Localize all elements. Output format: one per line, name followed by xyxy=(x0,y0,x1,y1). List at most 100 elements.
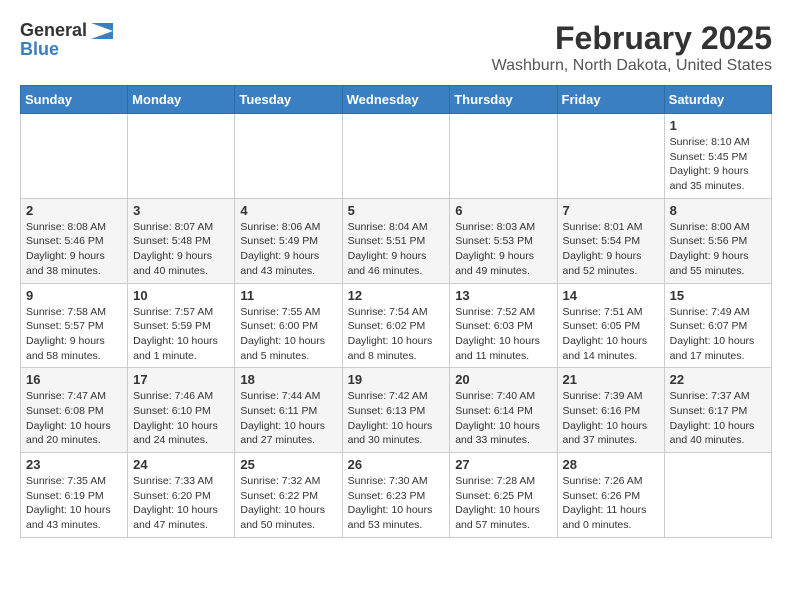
calendar-day-cell: 28Sunrise: 7:26 AMSunset: 6:26 PMDayligh… xyxy=(557,453,664,538)
calendar-day-cell: 25 Sunrise: 7:32 AMSunset: 6:22 PMDayligh… xyxy=(235,453,342,538)
calendar-day-cell xyxy=(21,114,128,199)
day-info: Sunrise: 8:10 AMSunset: 5:45 PMDaylight:… xyxy=(670,135,766,194)
calendar-day-cell xyxy=(235,114,342,199)
calendar-day-cell: 21Sunrise: 7:39 AMSunset: 6:16 PMDayligh… xyxy=(557,368,664,453)
day-number: 9 xyxy=(26,288,122,303)
day-number: 1 xyxy=(670,118,766,133)
day-info: Sunrise: 7:54 AMSunset: 6:02 PMDaylight:… xyxy=(348,305,445,364)
day-info: Sunrise: 7:42 AMSunset: 6:13 PMDaylight:… xyxy=(348,389,445,448)
calendar-day-cell: 10 Sunrise: 7:57 AMSunset: 5:59 PMDayligh… xyxy=(128,283,235,368)
weekday-header-tuesday: Tuesday xyxy=(235,86,342,114)
calendar-day-cell: 20 Sunrise: 7:40 AMSunset: 6:14 PMDayligh… xyxy=(450,368,557,453)
day-number: 24 xyxy=(133,457,229,472)
day-number: 10 xyxy=(133,288,229,303)
calendar-day-cell xyxy=(342,114,450,199)
day-number: 20 xyxy=(455,372,551,387)
day-info: Sunrise: 8:00 AMSunset: 5:56 PMDaylight:… xyxy=(670,220,766,279)
day-info: Sunrise: 8:08 AMSunset: 5:46 PMDaylight:… xyxy=(26,220,122,279)
page-header: General Blue February 2025 Washburn, Nor… xyxy=(20,20,772,75)
day-number: 15 xyxy=(670,288,766,303)
day-number: 13 xyxy=(455,288,551,303)
calendar-week-row: 16Sunrise: 7:47 AMSunset: 6:08 PMDayligh… xyxy=(21,368,772,453)
day-number: 25 xyxy=(240,457,336,472)
calendar-day-cell: 1 Sunrise: 8:10 AMSunset: 5:45 PMDaylight… xyxy=(664,114,771,199)
day-info: Sunrise: 7:44 AMSunset: 6:11 PMDaylight:… xyxy=(240,389,336,448)
calendar-subtitle: Washburn, North Dakota, United States xyxy=(492,57,772,75)
day-info: Sunrise: 7:35 AMSunset: 6:19 PMDaylight:… xyxy=(26,474,122,533)
day-info: Sunrise: 7:33 AMSunset: 6:20 PMDaylight:… xyxy=(133,474,229,533)
calendar-day-cell xyxy=(557,114,664,199)
day-info: Sunrise: 8:04 AMSunset: 5:51 PMDaylight:… xyxy=(348,220,445,279)
day-info: Sunrise: 7:28 AMSunset: 6:25 PMDaylight:… xyxy=(455,474,551,533)
weekday-header-saturday: Saturday xyxy=(664,86,771,114)
weekday-header-sunday: Sunday xyxy=(21,86,128,114)
calendar-day-cell: 2 Sunrise: 8:08 AMSunset: 5:46 PMDaylight… xyxy=(21,198,128,283)
logo-blue-text: Blue xyxy=(20,39,59,60)
calendar-day-cell: 17Sunrise: 7:46 AMSunset: 6:10 PMDayligh… xyxy=(128,368,235,453)
title-area: February 2025 Washburn, North Dakota, Un… xyxy=(492,20,772,75)
day-info: Sunrise: 7:39 AMSunset: 6:16 PMDaylight:… xyxy=(563,389,659,448)
day-info: Sunrise: 7:49 AMSunset: 6:07 PMDaylight:… xyxy=(670,305,766,364)
day-info: Sunrise: 7:26 AMSunset: 6:26 PMDaylight:… xyxy=(563,474,659,533)
calendar-day-cell: 7 Sunrise: 8:01 AMSunset: 5:54 PMDaylight… xyxy=(557,198,664,283)
day-info: Sunrise: 7:57 AMSunset: 5:59 PMDaylight:… xyxy=(133,305,229,364)
calendar-week-row: 23 Sunrise: 7:35 AMSunset: 6:19 PMDayligh… xyxy=(21,453,772,538)
calendar-day-cell: 14Sunrise: 7:51 AMSunset: 6:05 PMDayligh… xyxy=(557,283,664,368)
calendar-week-row: 1 Sunrise: 8:10 AMSunset: 5:45 PMDaylight… xyxy=(21,114,772,199)
weekday-header-thursday: Thursday xyxy=(450,86,557,114)
day-info: Sunrise: 7:52 AMSunset: 6:03 PMDaylight:… xyxy=(455,305,551,364)
day-number: 18 xyxy=(240,372,336,387)
calendar-day-cell xyxy=(664,453,771,538)
calendar-day-cell: 8 Sunrise: 8:00 AMSunset: 5:56 PMDaylight… xyxy=(664,198,771,283)
calendar-day-cell: 11 Sunrise: 7:55 AMSunset: 6:00 PMDayligh… xyxy=(235,283,342,368)
logo-flag-icon xyxy=(91,23,113,39)
day-number: 27 xyxy=(455,457,551,472)
day-number: 8 xyxy=(670,203,766,218)
calendar-day-cell: 4 Sunrise: 8:06 AMSunset: 5:49 PMDaylight… xyxy=(235,198,342,283)
calendar-header-row: SundayMondayTuesdayWednesdayThursdayFrid… xyxy=(21,86,772,114)
calendar-day-cell: 13 Sunrise: 7:52 AMSunset: 6:03 PMDayligh… xyxy=(450,283,557,368)
day-info: Sunrise: 7:46 AMSunset: 6:10 PMDaylight:… xyxy=(133,389,229,448)
day-number: 3 xyxy=(133,203,229,218)
day-info: Sunrise: 7:40 AMSunset: 6:14 PMDaylight:… xyxy=(455,389,551,448)
day-number: 11 xyxy=(240,288,336,303)
day-info: Sunrise: 7:37 AMSunset: 6:17 PMDaylight:… xyxy=(670,389,766,448)
calendar-day-cell: 18 Sunrise: 7:44 AMSunset: 6:11 PMDayligh… xyxy=(235,368,342,453)
weekday-header-monday: Monday xyxy=(128,86,235,114)
day-info: Sunrise: 7:47 AMSunset: 6:08 PMDaylight:… xyxy=(26,389,122,448)
day-number: 2 xyxy=(26,203,122,218)
day-info: Sunrise: 7:32 AMSunset: 6:22 PMDaylight:… xyxy=(240,474,336,533)
calendar-day-cell: 22 Sunrise: 7:37 AMSunset: 6:17 PMDayligh… xyxy=(664,368,771,453)
calendar-day-cell: 23 Sunrise: 7:35 AMSunset: 6:19 PMDayligh… xyxy=(21,453,128,538)
weekday-header-friday: Friday xyxy=(557,86,664,114)
logo-general-text: General xyxy=(20,20,87,41)
calendar-day-cell: 15 Sunrise: 7:49 AMSunset: 6:07 PMDayligh… xyxy=(664,283,771,368)
day-info: Sunrise: 7:30 AMSunset: 6:23 PMDaylight:… xyxy=(348,474,445,533)
calendar-day-cell: 19 Sunrise: 7:42 AMSunset: 6:13 PMDayligh… xyxy=(342,368,450,453)
calendar-day-cell: 3Sunrise: 8:07 AMSunset: 5:48 PMDaylight… xyxy=(128,198,235,283)
day-number: 26 xyxy=(348,457,445,472)
day-info: Sunrise: 8:01 AMSunset: 5:54 PMDaylight:… xyxy=(563,220,659,279)
calendar-day-cell: 5 Sunrise: 8:04 AMSunset: 5:51 PMDaylight… xyxy=(342,198,450,283)
day-number: 4 xyxy=(240,203,336,218)
day-number: 23 xyxy=(26,457,122,472)
calendar-week-row: 2 Sunrise: 8:08 AMSunset: 5:46 PMDaylight… xyxy=(21,198,772,283)
day-info: Sunrise: 8:06 AMSunset: 5:49 PMDaylight:… xyxy=(240,220,336,279)
logo: General Blue xyxy=(20,20,113,60)
day-info: Sunrise: 7:55 AMSunset: 6:00 PMDaylight:… xyxy=(240,305,336,364)
day-info: Sunrise: 8:03 AMSunset: 5:53 PMDaylight:… xyxy=(455,220,551,279)
day-number: 22 xyxy=(670,372,766,387)
weekday-header-wednesday: Wednesday xyxy=(342,86,450,114)
day-number: 12 xyxy=(348,288,445,303)
calendar-table: SundayMondayTuesdayWednesdayThursdayFrid… xyxy=(20,85,772,538)
day-number: 7 xyxy=(563,203,659,218)
calendar-day-cell xyxy=(450,114,557,199)
calendar-week-row: 9Sunrise: 7:58 AMSunset: 5:57 PMDaylight… xyxy=(21,283,772,368)
day-number: 5 xyxy=(348,203,445,218)
day-number: 19 xyxy=(348,372,445,387)
day-number: 6 xyxy=(455,203,551,218)
calendar-day-cell: 16Sunrise: 7:47 AMSunset: 6:08 PMDayligh… xyxy=(21,368,128,453)
calendar-day-cell: 26 Sunrise: 7:30 AMSunset: 6:23 PMDayligh… xyxy=(342,453,450,538)
calendar-day-cell: 12 Sunrise: 7:54 AMSunset: 6:02 PMDayligh… xyxy=(342,283,450,368)
calendar-day-cell: 6 Sunrise: 8:03 AMSunset: 5:53 PMDaylight… xyxy=(450,198,557,283)
